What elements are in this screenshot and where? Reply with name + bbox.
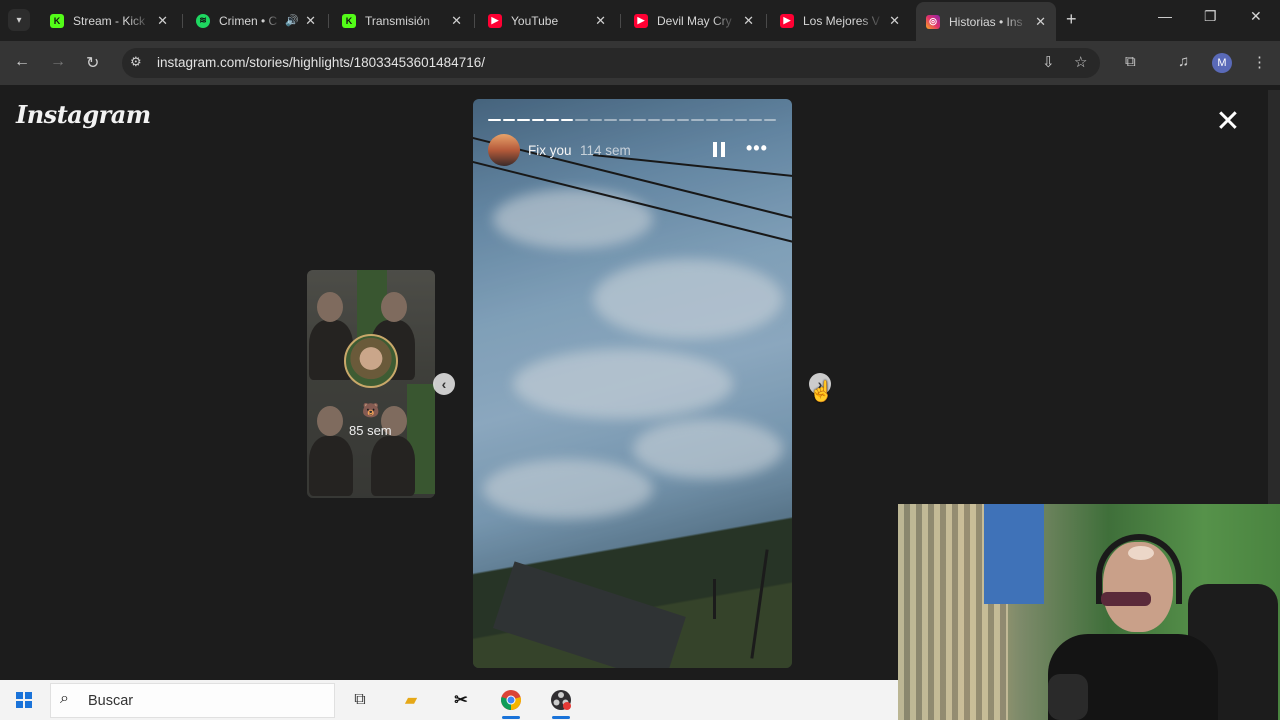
- youtube-icon: ▶: [780, 13, 794, 28]
- window-close-icon[interactable]: ✕: [1250, 8, 1262, 25]
- profile-avatar[interactable]: M: [1212, 53, 1232, 73]
- tab-4[interactable]: ▶ Devil May Cry ✕: [624, 6, 764, 35]
- progress-segment: [589, 119, 602, 121]
- back-arrow-icon[interactable]: ←: [14, 53, 30, 71]
- obs-active-indicator: [552, 716, 570, 719]
- story-timestamp: 114 sem: [580, 143, 631, 158]
- story-progress-bar: [488, 119, 776, 121]
- progress-segment: [618, 119, 631, 121]
- webcam-glasses: [1101, 592, 1151, 606]
- search-icon: ⌕: [60, 690, 69, 707]
- progress-segment: [546, 119, 559, 121]
- tab-separator: [620, 14, 621, 28]
- progress-segment: [749, 119, 762, 121]
- tab-1[interactable]: ≋ Crimen • C 🔊 ✕: [186, 6, 326, 35]
- previous-story-chevron-icon[interactable]: ‹: [433, 373, 455, 395]
- site-settings-icon[interactable]: ⚙: [130, 54, 142, 70]
- tab-6-active[interactable]: ◎ Historias • Ins ✕: [916, 2, 1056, 41]
- new-tab-icon[interactable]: +: [1066, 9, 1077, 30]
- progress-segment: [575, 119, 588, 121]
- webcam-overlay: [898, 504, 1280, 720]
- pause-icon[interactable]: [713, 142, 725, 157]
- tab-title: Crimen • C: [219, 13, 278, 28]
- progress-segment: [734, 119, 747, 121]
- progress-segment: [531, 119, 544, 121]
- previous-story-avatar: [344, 334, 398, 388]
- progress-segment: [502, 119, 515, 121]
- minimize-icon[interactable]: —: [1158, 8, 1172, 24]
- youtube-icon: ▶: [634, 13, 648, 28]
- tab-title: Los Mejores V: [803, 13, 880, 28]
- progress-segment: [560, 119, 573, 121]
- tab-separator: [766, 14, 767, 28]
- restore-icon[interactable]: ❐: [1204, 8, 1217, 25]
- tab-separator: [182, 14, 183, 28]
- bookmark-star-icon[interactable]: ☆: [1074, 53, 1087, 71]
- spotify-icon: ≋: [196, 13, 210, 28]
- close-icon[interactable]: ✕: [595, 13, 606, 29]
- story-viewer[interactable]: [473, 99, 792, 668]
- story-tint: [473, 99, 792, 668]
- file-explorer-icon[interactable]: ▰: [399, 688, 423, 712]
- progress-segment: [705, 119, 718, 121]
- tab-search-chevron-icon[interactable]: ▾: [8, 9, 30, 31]
- extensions-icon[interactable]: ⧉: [1125, 53, 1136, 70]
- forward-arrow-icon[interactable]: →: [50, 53, 66, 71]
- progress-segment: [647, 119, 660, 121]
- story-user-avatar[interactable]: [488, 134, 520, 166]
- tab-3[interactable]: ▶ YouTube ✕: [478, 6, 616, 35]
- url-text[interactable]: instagram.com/stories/highlights/1803345…: [157, 55, 485, 70]
- tab-title: Transmisión: [365, 13, 430, 28]
- progress-segment: [763, 119, 776, 121]
- reload-icon[interactable]: ↻: [86, 53, 99, 73]
- close-icon[interactable]: ✕: [451, 13, 462, 29]
- tab-title: YouTube: [511, 13, 559, 28]
- tab-separator: [328, 14, 329, 28]
- progress-segment: [517, 119, 530, 121]
- youtube-icon: ▶: [488, 13, 502, 28]
- progress-segment: [662, 119, 675, 121]
- tab-title: Stream - Kick: [73, 13, 146, 28]
- tab-separator: [474, 14, 475, 28]
- tab-title: Devil May Cry: [657, 13, 732, 28]
- install-app-icon[interactable]: ⇩: [1042, 53, 1055, 71]
- menu-kebab-icon[interactable]: ⋮: [1252, 53, 1267, 71]
- chrome-icon[interactable]: [499, 688, 523, 712]
- media-controls-icon[interactable]: ♫: [1178, 53, 1189, 70]
- speaker-icon[interactable]: 🔊: [285, 14, 299, 27]
- progress-segment: [676, 119, 689, 121]
- close-icon[interactable]: ✕: [157, 13, 168, 29]
- tab-title: Historias • Ins: [949, 14, 1023, 29]
- more-options-icon[interactable]: •••: [746, 138, 768, 159]
- bear-emoji-icon: 🐻: [362, 402, 380, 418]
- progress-segment: [720, 119, 733, 121]
- instagram-icon: ◎: [926, 14, 940, 29]
- close-icon[interactable]: ✕: [889, 13, 900, 29]
- kick-icon: K: [342, 13, 356, 28]
- close-icon[interactable]: ✕: [1035, 14, 1046, 30]
- webcam-blue-cloth: [984, 504, 1044, 604]
- progress-segment: [691, 119, 704, 121]
- progress-segment: [604, 119, 617, 121]
- tab-5[interactable]: ▶ Los Mejores V ✕: [770, 6, 910, 35]
- close-icon[interactable]: ✕: [305, 13, 316, 29]
- mouse-cursor-icon: ☝: [809, 381, 834, 403]
- capcut-icon[interactable]: ✂: [449, 688, 473, 712]
- windows-start-icon[interactable]: [16, 692, 32, 708]
- story-username[interactable]: Fix you: [528, 143, 572, 158]
- previous-story-time: 85 sem: [349, 423, 392, 438]
- tab-2[interactable]: K Transmisión ✕: [332, 6, 472, 35]
- microphone-icon: [1048, 674, 1088, 720]
- progress-segment: [633, 119, 646, 121]
- kick-icon: K: [50, 13, 64, 28]
- tab-0[interactable]: K Stream - Kick ✕: [40, 6, 178, 35]
- close-story-icon[interactable]: ✕: [1214, 107, 1242, 137]
- chrome-active-indicator: [502, 716, 520, 719]
- close-icon[interactable]: ✕: [743, 13, 754, 29]
- taskbar-search-placeholder[interactable]: Buscar: [88, 693, 133, 709]
- task-view-icon[interactable]: ⧉: [348, 688, 372, 712]
- instagram-logo[interactable]: Instagram: [16, 100, 151, 129]
- progress-segment: [488, 119, 501, 121]
- obs-icon[interactable]: [549, 688, 573, 712]
